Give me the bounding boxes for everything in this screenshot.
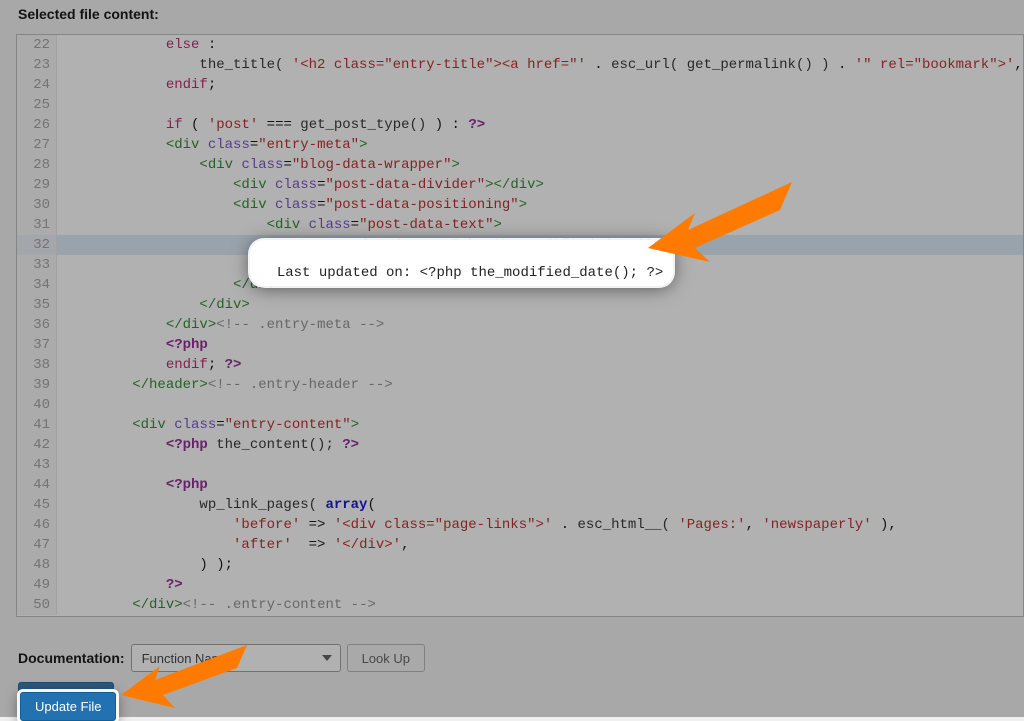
code-content: <div class="post-data-positioning"> [57,195,1023,215]
code-highlight-callout: Last updated on: <?php the_modified_date… [250,240,673,286]
documentation-label: Documentation: [18,650,125,666]
line-number: 34 [17,275,57,295]
line-number: 40 [17,395,57,415]
section-heading: Selected file content: [18,6,159,22]
code-line[interactable]: 36 </div><!-- .entry-meta --> [17,315,1023,335]
code-content: if ( 'post' === get_post_type() ) : ?> [57,115,1023,135]
code-line[interactable]: 49 ?> [17,575,1023,595]
line-number: 26 [17,115,57,135]
line-number: 35 [17,295,57,315]
line-number: 25 [17,95,57,115]
code-line[interactable]: 27 <div class="entry-meta"> [17,135,1023,155]
code-content: </header><!-- .entry-header --> [57,375,1023,395]
line-number: 22 [17,35,57,55]
line-number: 37 [17,335,57,355]
function-name-select[interactable]: Function Name... [131,644,341,672]
code-line[interactable]: 43 [17,455,1023,475]
code-content [57,95,1023,115]
code-line[interactable]: 23 the_title( '<h2 class="entry-title"><… [17,55,1023,75]
code-content: ?> [57,575,1023,595]
code-line[interactable]: 47 'after' => '</div>', [17,535,1023,555]
code-content: <div class="post-data-divider"></div> [57,175,1023,195]
line-number: 41 [17,415,57,435]
chevron-down-icon [322,655,332,661]
line-number: 24 [17,75,57,95]
code-content: the_title( '<h2 class="entry-title"><a h… [57,55,1024,75]
code-line[interactable]: 29 <div class="post-data-divider"></div> [17,175,1023,195]
code-line[interactable]: 37 <?php [17,335,1023,355]
code-line[interactable]: 42 <?php the_content(); ?> [17,435,1023,455]
line-number: 39 [17,375,57,395]
line-number: 49 [17,575,57,595]
line-number: 38 [17,355,57,375]
code-line[interactable]: 41 <div class="entry-content"> [17,415,1023,435]
code-line[interactable]: 24 endif; [17,75,1023,95]
code-line[interactable]: 30 <div class="post-data-positioning"> [17,195,1023,215]
code-content: endif; ?> [57,355,1023,375]
lookup-button[interactable]: Look Up [347,644,425,672]
code-line[interactable]: 28 <div class="blog-data-wrapper"> [17,155,1023,175]
code-content: else : [57,35,1023,55]
code-line[interactable]: 39 </header><!-- .entry-header --> [17,375,1023,395]
code-line[interactable]: 45 wp_link_pages( array( [17,495,1023,515]
code-content: <?php the_content(); ?> [57,435,1023,455]
line-number: 36 [17,315,57,335]
line-number: 43 [17,455,57,475]
code-line[interactable]: 40 [17,395,1023,415]
code-line[interactable]: 22 else : [17,35,1023,55]
code-line[interactable]: 31 <div class="post-data-text"> [17,215,1023,235]
line-number: 48 [17,555,57,575]
code-content: <div class="blog-data-wrapper"> [57,155,1023,175]
line-number: 33 [17,255,57,275]
code-content: ) ); [57,555,1023,575]
line-number: 27 [17,135,57,155]
code-editor[interactable]: 22 else :23 the_title( '<h2 class="entry… [16,34,1024,617]
code-line[interactable]: 44 <?php [17,475,1023,495]
line-number: 31 [17,215,57,235]
code-content: </div><!-- .entry-meta --> [57,315,1023,335]
line-number: 47 [17,535,57,555]
line-number: 46 [17,515,57,535]
code-content: wp_link_pages( array( [57,495,1023,515]
code-content: </div> [57,295,1023,315]
code-content: <?php [57,335,1023,355]
code-line[interactable]: 38 endif; ?> [17,355,1023,375]
code-content: <div class="post-data-text"> [57,215,1023,235]
line-number: 32 [17,235,57,255]
line-number: 44 [17,475,57,495]
line-number: 45 [17,495,57,515]
code-content [57,455,1023,475]
select-value: Function Name... [142,651,241,666]
code-content: 'before' => '<div class="page-links">' .… [57,515,1023,535]
code-content: <div class="entry-meta"> [57,135,1023,155]
code-line[interactable]: 48 ) ); [17,555,1023,575]
code-line[interactable]: 25 [17,95,1023,115]
update-button-callout: Update File [20,682,116,721]
code-content [57,395,1023,415]
code-line[interactable]: 35 </div> [17,295,1023,315]
code-line[interactable]: 50 </div><!-- .entry-content --> [17,595,1023,615]
line-number: 28 [17,155,57,175]
code-content: </div><!-- .entry-content --> [57,595,1023,615]
line-number: 30 [17,195,57,215]
code-content: <?php [57,475,1023,495]
line-number: 29 [17,175,57,195]
code-line[interactable]: 26 if ( 'post' === get_post_type() ) : ?… [17,115,1023,135]
code-content: 'after' => '</div>', [57,535,1023,555]
code-content: endif; [57,75,1023,95]
line-number: 42 [17,435,57,455]
code-line[interactable]: 46 'before' => '<div class="page-links">… [17,515,1023,535]
line-number: 23 [17,55,57,75]
line-number: 50 [17,595,57,615]
code-content: <div class="entry-content"> [57,415,1023,435]
